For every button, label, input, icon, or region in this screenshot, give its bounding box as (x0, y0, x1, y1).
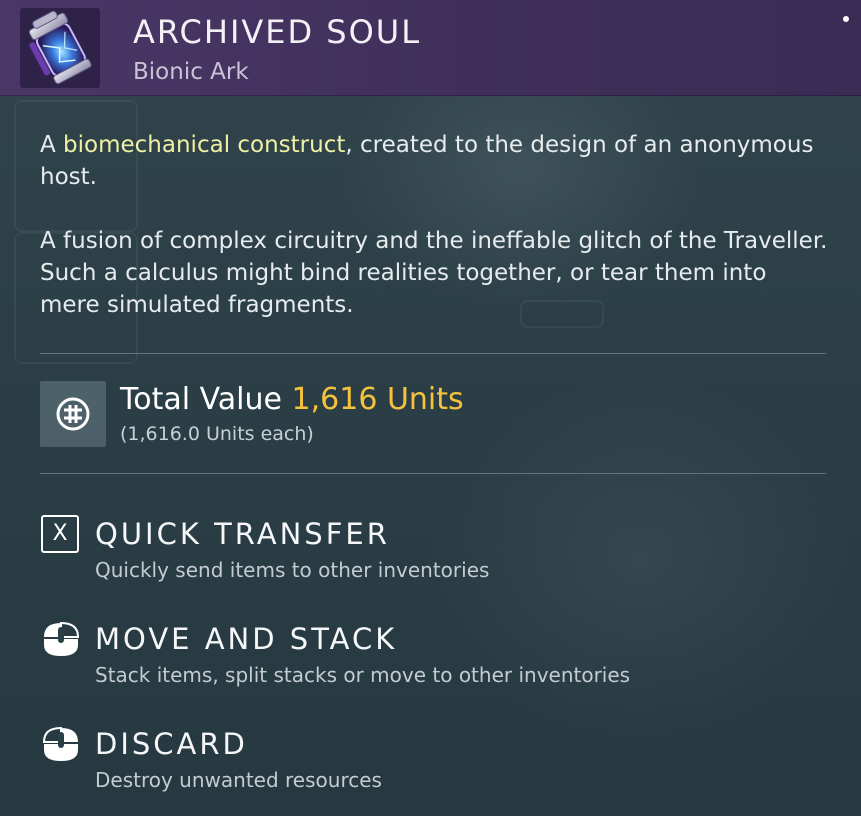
divider (40, 353, 826, 354)
archived-soul-jar-icon (20, 8, 100, 88)
x-key-icon: X (41, 515, 79, 553)
action-description: Stack items, split stacks or move to oth… (95, 663, 631, 687)
action-description: Destroy unwanted resources (95, 768, 382, 792)
action-title: DISCARD (95, 727, 248, 761)
item-subtitle: Bionic Ark (133, 59, 249, 85)
action-title: MOVE AND STACK (95, 622, 398, 656)
item-title: ARCHIVED SOUL (133, 13, 422, 51)
item-header: ARCHIVED SOUL Bionic Ark (0, 0, 861, 96)
discard-action[interactable]: DISCARD Destroy unwanted resources (40, 718, 830, 792)
quick-transfer-action[interactable]: X QUICK TRANSFER Quickly send items to o… (40, 508, 830, 582)
total-value: Total Value 1,616 Units (120, 380, 464, 420)
description-highlight: biomechanical construct (63, 132, 346, 158)
action-description: Quickly send items to other inventories (95, 558, 490, 582)
description-text: A (40, 132, 64, 158)
description-paragraph-1: A biomechanical construct, created to th… (40, 129, 830, 193)
move-and-stack-action[interactable]: MOVE AND STACK Stack items, split stacks… (40, 613, 830, 687)
mouse-left-click-icon (40, 619, 82, 659)
divider (40, 473, 826, 474)
units-currency-icon (40, 381, 106, 447)
total-value-amount: 1,616 Units (291, 382, 464, 417)
description-paragraph-2: A fusion of complex circuitry and the in… (40, 228, 828, 318)
action-title: QUICK TRANSFER (95, 517, 390, 551)
total-value-label: Total Value (120, 382, 282, 417)
unit-value-each: (1,616.0 Units each) (120, 423, 314, 445)
mouse-right-click-icon (40, 724, 82, 764)
indicator-dot (843, 16, 849, 22)
